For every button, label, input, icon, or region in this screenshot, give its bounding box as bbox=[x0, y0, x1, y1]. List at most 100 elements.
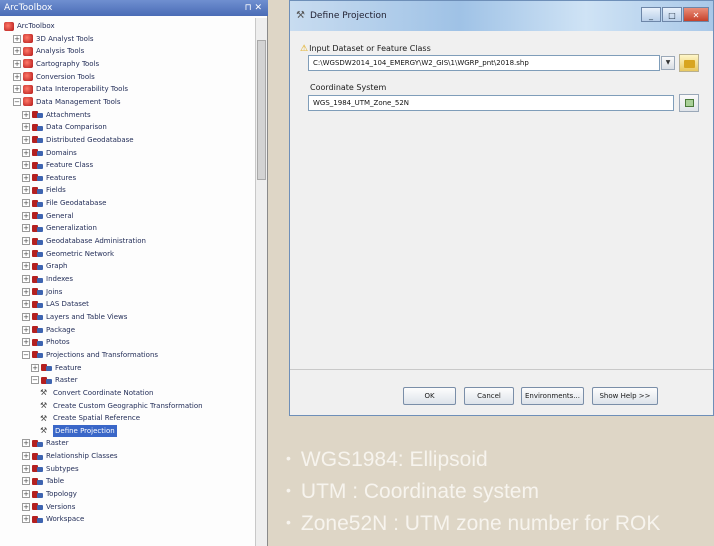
tree-item[interactable]: − Data Management Tools bbox=[13, 96, 121, 108]
expand-icon[interactable]: + bbox=[22, 123, 30, 132]
tree-item[interactable]: ArcToolbox bbox=[4, 20, 55, 32]
tree-item[interactable]: + Versions bbox=[22, 501, 75, 513]
tree-item[interactable]: − Projections and Transformations bbox=[22, 349, 158, 361]
environments-button[interactable]: Environments... bbox=[521, 387, 584, 405]
expand-icon[interactable]: + bbox=[22, 464, 30, 473]
tree-item[interactable]: + Topology bbox=[22, 488, 77, 500]
expand-icon[interactable]: + bbox=[22, 338, 30, 347]
tree-item-label: 3D Analyst Tools bbox=[36, 34, 94, 43]
tree-item[interactable]: + Geometric Network bbox=[22, 248, 114, 260]
tree-item[interactable]: + Cartography Tools bbox=[13, 58, 99, 70]
expand-icon[interactable]: + bbox=[22, 224, 30, 233]
scrollbar-thumb[interactable] bbox=[257, 40, 266, 180]
tree-item-label: General bbox=[46, 211, 74, 220]
tree-item[interactable]: + Relationship Classes bbox=[22, 450, 118, 462]
expand-icon[interactable]: + bbox=[22, 312, 30, 321]
coordinate-system-field[interactable]: WGS_1984_UTM_Zone_52N bbox=[308, 95, 674, 111]
tree-item[interactable]: + Feature Class bbox=[22, 159, 93, 171]
expand-icon[interactable]: + bbox=[22, 275, 30, 283]
ok-button[interactable]: OK bbox=[403, 387, 456, 405]
tree-item[interactable]: + Raster bbox=[22, 437, 69, 449]
tree-item[interactable]: + Conversion Tools bbox=[13, 71, 95, 83]
coordinate-system-label: Coordinate System bbox=[310, 83, 387, 92]
collapse-icon[interactable]: − bbox=[22, 350, 30, 359]
expand-icon[interactable]: + bbox=[22, 173, 30, 182]
expand-icon[interactable]: + bbox=[22, 110, 30, 119]
tree-item[interactable]: + Fields bbox=[22, 184, 66, 196]
close-button[interactable]: ✕ bbox=[683, 7, 709, 22]
tree-item[interactable]: + Data Interoperability Tools bbox=[13, 83, 128, 95]
expand-icon[interactable]: + bbox=[22, 287, 30, 296]
expand-icon[interactable]: + bbox=[22, 502, 30, 511]
tree-item[interactable]: + Generalization bbox=[22, 222, 97, 234]
tree-item[interactable]: + Domains bbox=[22, 147, 77, 159]
expand-icon[interactable]: + bbox=[22, 237, 30, 246]
tree-item[interactable]: + Indexes bbox=[22, 273, 73, 285]
warning-icon: ⚠ bbox=[300, 44, 309, 54]
browse-folder-icon[interactable] bbox=[679, 54, 699, 72]
expand-icon[interactable]: + bbox=[22, 249, 30, 258]
dialog-title-bar[interactable]: ⚒ Define Projection _ □ ✕ bbox=[290, 1, 713, 31]
expand-icon[interactable]: + bbox=[13, 59, 21, 68]
tree-item[interactable]: + Joins bbox=[22, 286, 62, 298]
expand-icon[interactable]: + bbox=[13, 34, 21, 43]
tree-item[interactable]: + Analysis Tools bbox=[13, 45, 84, 57]
input-dataset-field[interactable]: C:\WGSDW2014_104_EMERGY\W2_GIS\1\WGRP_pn… bbox=[308, 55, 660, 71]
tree-item[interactable]: +3D Analyst Tools bbox=[13, 33, 94, 45]
pin-close-icon[interactable]: ⊓ ✕ bbox=[245, 0, 262, 16]
expand-icon[interactable]: + bbox=[22, 199, 30, 208]
expand-icon[interactable]: + bbox=[22, 515, 30, 524]
tree-item[interactable]: + LAS Dataset bbox=[22, 298, 89, 310]
expand-icon[interactable]: + bbox=[22, 148, 30, 157]
dropdown-arrow-icon[interactable]: ▼ bbox=[661, 56, 675, 70]
toolbox-scrollbar[interactable] bbox=[255, 18, 267, 546]
input-dataset-label: ⚠Input Dataset or Feature Class bbox=[300, 44, 431, 54]
expand-icon[interactable]: + bbox=[22, 452, 30, 461]
tree-item[interactable]: + Geodatabase Administration bbox=[22, 235, 146, 247]
tree-item[interactable]: + Layers and Table Views bbox=[22, 311, 127, 323]
expand-icon[interactable]: + bbox=[22, 161, 30, 170]
tree-item[interactable]: + Graph bbox=[22, 260, 67, 272]
tree-item[interactable]: + File Geodatabase bbox=[22, 197, 106, 209]
expand-icon[interactable]: + bbox=[22, 325, 30, 334]
expand-icon[interactable]: + bbox=[13, 85, 21, 94]
tree-item[interactable]: + Package bbox=[22, 324, 75, 336]
tree-item[interactable]: + Attachments bbox=[22, 109, 91, 121]
spatial-reference-properties-icon[interactable] bbox=[679, 94, 699, 112]
tree-item-label: Domains bbox=[46, 148, 77, 157]
tree-item[interactable]: + Subtypes bbox=[22, 463, 79, 475]
tree-item[interactable]: ⚒ Define Projection bbox=[40, 424, 117, 437]
collapse-icon[interactable]: − bbox=[31, 376, 39, 385]
expand-icon[interactable]: + bbox=[22, 439, 30, 448]
tree-item[interactable]: + Features bbox=[22, 172, 76, 184]
tree-item[interactable]: ⚒ Create Custom Geographic Transformation bbox=[40, 400, 203, 412]
expand-icon[interactable]: + bbox=[22, 490, 30, 499]
tree-item[interactable]: + Table bbox=[22, 475, 64, 487]
show-help-button[interactable]: Show Help >> bbox=[592, 387, 658, 405]
tree-item[interactable]: ⚒ Create Spatial Reference bbox=[40, 412, 140, 424]
expand-icon[interactable]: + bbox=[13, 47, 21, 56]
toolset-icon bbox=[32, 490, 43, 499]
expand-icon[interactable]: + bbox=[22, 135, 30, 144]
tree-item[interactable]: + Distributed Geodatabase bbox=[22, 134, 134, 146]
maximize-button[interactable]: □ bbox=[662, 7, 682, 22]
toolset-icon bbox=[32, 211, 43, 220]
cancel-button[interactable]: Cancel bbox=[464, 387, 514, 405]
collapse-icon[interactable]: − bbox=[13, 97, 21, 106]
expand-icon[interactable]: + bbox=[22, 300, 30, 309]
minimize-button[interactable]: _ bbox=[641, 7, 661, 22]
tree-item[interactable]: + General bbox=[22, 210, 74, 222]
tree-item[interactable]: + Feature bbox=[31, 362, 81, 374]
expand-icon[interactable]: + bbox=[22, 262, 30, 271]
expand-icon[interactable]: + bbox=[22, 477, 30, 486]
toolbox-tree: ArcToolbox +3D Analyst Tools + Analysis Too… bbox=[0, 18, 256, 546]
tree-item[interactable]: + Photos bbox=[22, 336, 70, 348]
tree-item[interactable]: + Workspace bbox=[22, 513, 84, 525]
tree-item[interactable]: + Data Comparison bbox=[22, 121, 107, 133]
expand-icon[interactable]: + bbox=[22, 186, 30, 195]
expand-icon[interactable]: + bbox=[31, 363, 39, 372]
expand-icon[interactable]: + bbox=[13, 72, 21, 81]
tree-item[interactable]: ⚒ Convert Coordinate Notation bbox=[40, 387, 153, 399]
expand-icon[interactable]: + bbox=[22, 211, 30, 220]
tree-item[interactable]: − Raster bbox=[31, 374, 78, 386]
